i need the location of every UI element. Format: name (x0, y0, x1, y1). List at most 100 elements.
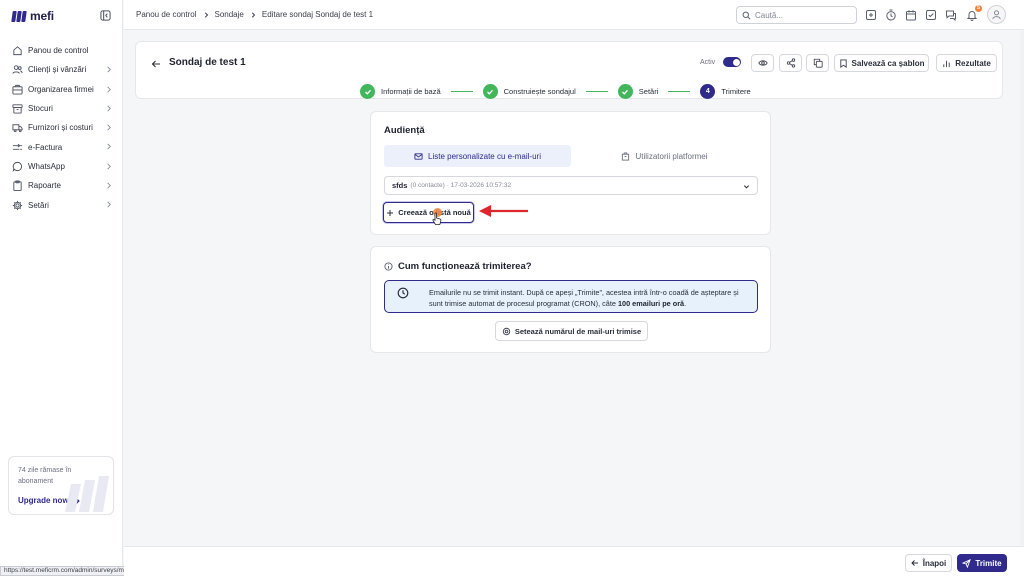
back-button[interactable]: Înapoi (905, 554, 952, 572)
avatar[interactable] (987, 5, 1006, 24)
clipboard-icon (12, 180, 23, 192)
breadcrumb-surveys[interactable]: Sondaje (215, 10, 244, 19)
set-email-rate-button[interactable]: Setează numărul de mail-uri trimise (495, 321, 648, 341)
sidebar-item-reports[interactable]: Rapoarte (8, 176, 116, 195)
chevron-right-icon (105, 124, 112, 131)
breadcrumb: Panou de control Sondaje Editare sondaj … (136, 10, 373, 19)
sidebar-item-label: Clienți și vânzări (28, 65, 87, 75)
sidebar-item-stock[interactable]: Stocuri (8, 99, 116, 118)
step-settings[interactable]: Setări (617, 84, 659, 99)
page-title: Sondaj de test 1 (169, 57, 246, 68)
survey-header: Sondaj de test 1 Activ Salvează ca șablo… (135, 41, 1003, 99)
send-button[interactable]: Trimite (957, 554, 1007, 572)
timer-icon[interactable] (885, 9, 897, 21)
sidebar-item-label: Organizarea firmei (28, 84, 94, 94)
tab-label: Utilizatorii platformei (635, 151, 708, 161)
hand-cursor-icon (432, 212, 442, 226)
breadcrumb-dashboard[interactable]: Panou de control (136, 10, 197, 19)
info-text-part1: Emailurile nu se trimit instant. După ce… (429, 288, 739, 308)
sidebar-item-label: WhatsApp (28, 161, 65, 171)
info-circle-icon (384, 262, 393, 271)
gear-icon (12, 200, 23, 211)
eye-icon (757, 58, 768, 68)
sidebar-item-label: Panou de control (28, 46, 89, 56)
info-text-part2: . (684, 299, 687, 308)
share-button[interactable] (779, 54, 802, 72)
how-it-works-title: Cum funcționează trimiterea? (398, 261, 532, 272)
add-icon[interactable] (865, 9, 877, 21)
step-connector (450, 91, 473, 92)
tasks-icon[interactable] (925, 9, 937, 21)
box-icon (12, 103, 23, 114)
chevron-right-icon (105, 182, 112, 189)
breadcrumb-current: Editare sondaj Sondaj de test 1 (261, 10, 374, 19)
chevron-right-icon (250, 11, 256, 18)
sidebar-item-clients[interactable]: Clienți și vânzări (8, 60, 116, 79)
step-label: Setări (638, 87, 659, 96)
tab-label: Liste personalizate cu e-mail-uri (428, 151, 541, 161)
step-connector (585, 91, 608, 92)
step-label: Informații de bază (381, 87, 441, 96)
chevron-right-icon (105, 66, 112, 73)
settings-icon (502, 327, 511, 336)
sidebar-item-dashboard[interactable]: Panou de control (8, 41, 116, 60)
back-arrow-icon[interactable] (151, 59, 161, 69)
active-label: Activ (700, 59, 716, 66)
sidebar-item-whatsapp[interactable]: WhatsApp (8, 157, 116, 176)
email-list-select[interactable]: sfds (0 contacte) · 17-03-2026 10:57:32 (384, 176, 758, 195)
bell-icon[interactable]: 5 (966, 5, 982, 21)
duplicate-button[interactable] (806, 54, 829, 72)
sidebar-item-label: Furnizori și costuri (28, 123, 93, 133)
logo-watermark-icon (61, 474, 111, 512)
plus-icon (386, 209, 394, 217)
app-logo[interactable]: mefi (11, 9, 54, 23)
collapse-sidebar-icon[interactable] (100, 10, 111, 21)
how-it-works-card: Cum funcționează trimiterea? Emailurile … (370, 246, 771, 353)
send-icon (962, 558, 972, 568)
sending-info-box: Emailurile nu se trimit instant. După ce… (384, 280, 758, 313)
arrow-left-icon (911, 559, 919, 567)
results-label: Rezultate (955, 58, 991, 68)
search-box[interactable] (736, 6, 857, 24)
step-label: Construiește sondajul (503, 87, 576, 96)
chevron-right-icon (105, 143, 112, 150)
tab-platform-users[interactable]: Utilizatorii platformei (571, 145, 758, 167)
list-name: sfds (392, 181, 408, 190)
audience-card: Audiență Liste personalizate cu e-mail-u… (370, 111, 771, 235)
stepper: Informații de bază Construiește sondajul… (360, 84, 751, 99)
active-toggle[interactable] (723, 57, 741, 67)
tab-custom-email-lists[interactable]: Liste personalizate cu e-mail-uri (384, 145, 571, 167)
save-as-template-button[interactable]: Salvează ca șablon (834, 54, 929, 72)
clock-icon (397, 287, 409, 299)
sidebar-item-suppliers[interactable]: Furnizori și costuri (8, 118, 116, 137)
upgrade-card: 74 zile rămase în abonament Upgrade now (8, 456, 114, 515)
truck-icon (12, 122, 23, 133)
audience-title: Audiență (384, 125, 425, 136)
copy-icon (813, 58, 823, 68)
sidebar-item-efactura[interactable]: e-Factura (8, 137, 116, 156)
step-build-survey[interactable]: Construiește sondajul (482, 84, 576, 99)
chat-icon[interactable] (945, 9, 957, 21)
step-send[interactable]: 4 Trimitere (700, 84, 751, 99)
step-basic-info[interactable]: Informații de bază (360, 84, 441, 99)
bookmark-icon (839, 58, 848, 68)
back-button-label: Înapoi (922, 558, 947, 568)
chevron-right-icon (203, 11, 209, 18)
main-content: Sondaj de test 1 Activ Salvează ca șablo… (124, 31, 1024, 576)
chevron-down-icon (743, 183, 750, 190)
search-input[interactable] (755, 10, 845, 20)
chevron-right-icon (105, 105, 112, 112)
topbar: Panou de control Sondaje Editare sondaj … (124, 0, 1024, 30)
sidebar-item-organization[interactable]: Organizarea firmei (8, 80, 116, 99)
step-label: Trimitere (721, 87, 751, 96)
building-icon (621, 151, 630, 161)
preview-button[interactable] (751, 54, 774, 72)
efactura-icon (12, 142, 23, 153)
search-icon (742, 11, 751, 20)
calendar-icon[interactable] (905, 9, 917, 21)
sidebar-item-settings[interactable]: Setări (8, 195, 116, 214)
create-new-list-button[interactable]: Creează o listă nouă (383, 202, 474, 223)
scrollbar[interactable] (1020, 31, 1024, 545)
org-chart-icon (12, 84, 23, 95)
results-button[interactable]: Rezultate (936, 54, 997, 72)
